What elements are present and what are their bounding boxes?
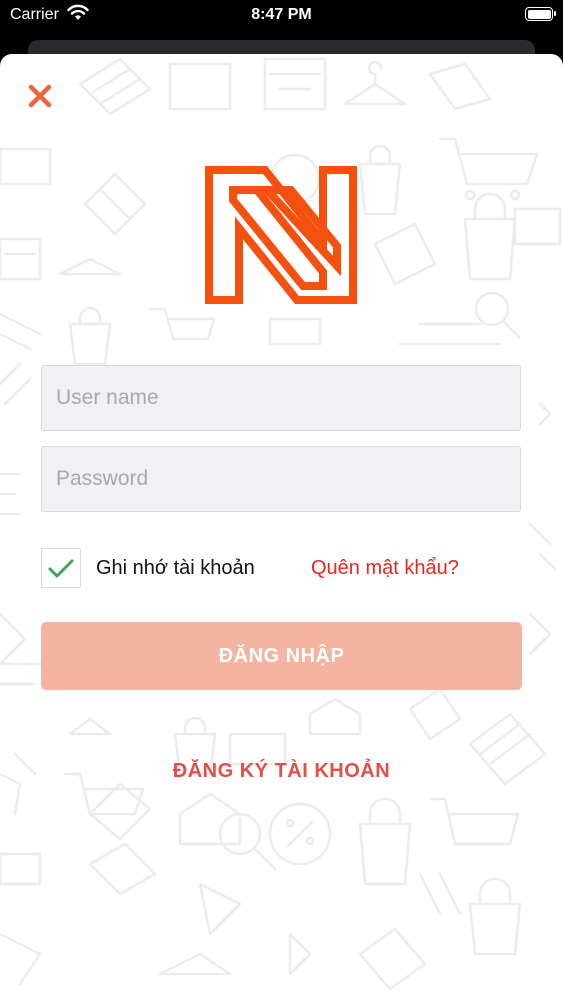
- remember-label: Ghi nhớ tài khoản: [96, 557, 255, 579]
- battery-icon: [525, 7, 556, 21]
- login-button-label: ĐĂNG NHẬP: [218, 644, 345, 667]
- checkmark-icon: [48, 559, 74, 578]
- n-logo: [205, 166, 357, 304]
- status-time: 8:47 PM: [251, 6, 312, 23]
- password-input[interactable]: [41, 446, 521, 512]
- register-link[interactable]: ĐĂNG KÝ TÀI KHOẢN: [0, 760, 563, 783]
- forgot-password-link[interactable]: Quên mật khẩu?: [311, 557, 459, 580]
- close-icon: [28, 84, 52, 108]
- username-input[interactable]: [41, 365, 521, 431]
- close-button[interactable]: [26, 82, 54, 110]
- login-button[interactable]: ĐĂNG NHẬP: [41, 622, 522, 690]
- status-bar: Carrier 8:47 PM: [0, 0, 563, 34]
- remember-checkbox[interactable]: [41, 548, 81, 588]
- login-sheet: Ghi nhớ tài khoản Quên mật khẩu? ĐĂNG NH…: [0, 54, 563, 1000]
